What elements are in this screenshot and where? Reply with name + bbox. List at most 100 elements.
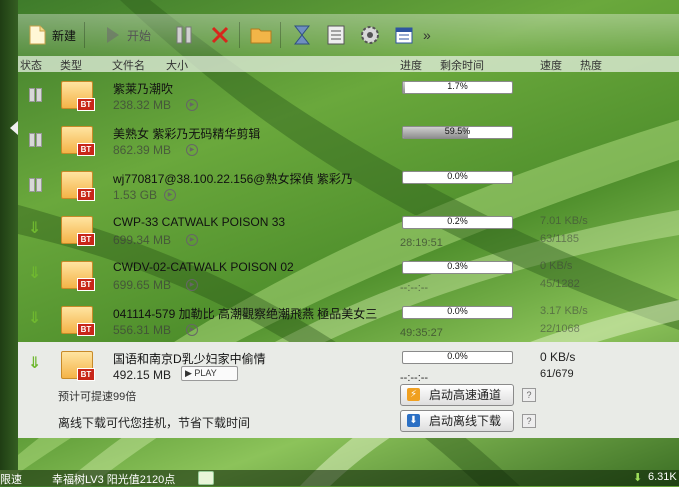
progress-text: 0.0% [447,171,468,181]
double-chevron-icon: » [423,27,431,43]
play-preview-icon[interactable]: ▶ [186,99,198,111]
download-arrow-icon: ⬇ [633,472,643,484]
piece-count: 45/1282 [540,278,580,290]
progress-bar: 0.2% [402,216,513,229]
progress-bar: 0.3% [402,261,513,274]
delete-x-icon [209,24,231,46]
progress-text: 0.0% [447,306,468,316]
progress-bar: 0.0% [402,171,513,184]
collapse-arrow-icon[interactable] [10,121,18,135]
task-name: 美熟女 紫彩乃无码精华剪辑 [113,127,261,141]
bt-file-icon: BT [61,213,95,246]
task-row[interactable]: BT wj770817@38.100.22.156@熟女探偵 紫彩乃 1.53 … [18,162,679,207]
task-size: 492.15 MB [113,368,172,382]
accel-help-icon[interactable]: ? [522,388,536,402]
task-row[interactable]: BT 美熟女 紫彩乃无码精华剪辑 862.39 MB ▶ 59.5% [18,117,679,162]
progress-bar: 0.0% [402,306,513,319]
task-row[interactable]: BT 紫莱乃潮吹 238.32 MB ▶ 1.7% [18,72,679,117]
task-name: wj770817@38.100.22.156@熟女探偵 紫彩乃 [113,172,353,186]
task-size: 699.34 MB [113,233,172,247]
paused-status-icon[interactable] [28,87,42,102]
new-task-label: 新建 [52,28,77,43]
play-preview-icon[interactable]: ▶ [186,324,198,336]
start-button[interactable]: 开始 [101,20,151,50]
task-size: 699.65 MB [113,278,172,292]
piece-count: 63/1185 [540,233,579,245]
progress-text: 59.5% [444,126,471,136]
progress-text: 0.3% [447,261,468,271]
level-info: 幸福树LV3 阳光值2120点 [52,474,176,486]
progress-bar: 59.5% [402,126,513,139]
schedule-button[interactable] [393,20,415,50]
remaining-time: --:--:-- [400,282,429,294]
download-speed: 7.01 KB/s [540,215,588,227]
play-icon [101,24,123,46]
bt-file-icon: BT [61,123,95,156]
list-icon [325,24,347,46]
play-preview-icon[interactable]: ▶ [186,144,198,156]
col-remaining[interactable]: 剩余时间 [440,57,484,73]
col-filename[interactable]: 文件名 [112,57,145,73]
task-name: 紫莱乃潮吹 [113,82,174,96]
task-name: 国语和南京D乳少妇家中偷情 [113,352,266,366]
offline-help-icon[interactable]: ? [522,414,536,428]
download-arrow-icon[interactable]: ⇓ [28,311,42,327]
download-arrow-icon[interactable]: ⇓ [28,356,42,372]
total-speed: 6.31K [648,471,677,483]
delete-button[interactable] [209,20,231,50]
col-size[interactable]: 大小 [166,57,188,73]
task-size: 862.39 MB [113,143,172,157]
new-task-button[interactable]: 新建 [26,20,76,50]
settings-button[interactable] [359,20,381,50]
folder-icon [250,24,272,46]
remaining-time: 49:35:27 [400,327,443,339]
pause-icon [173,24,195,46]
toolbar-divider [84,22,86,48]
progress-text: 0.2% [447,216,468,226]
task-row[interactable]: ⇓ BT CWP-33 CATWALK POISON 33 699.34 MB … [18,207,679,252]
play-preview-icon[interactable]: ▶ [186,234,198,246]
pause-button[interactable] [173,20,195,50]
speed-limit-link[interactable]: 限速 [0,471,22,487]
download-arrow-icon[interactable]: ⇓ [28,266,42,282]
leaf-icon[interactable] [198,471,214,485]
col-heat[interactable]: 热度 [580,57,602,73]
play-label: PLAY [194,368,217,378]
paused-status-icon[interactable] [28,132,42,147]
task-row[interactable]: ⇓ BT 041114-579 加勒比 高潮觀察绝潮飛燕 極品美女三 556.3… [18,297,679,342]
progress-text: 1.7% [447,81,468,91]
col-type[interactable]: 类型 [60,57,82,73]
bt-file-icon: BT [61,78,95,111]
col-status[interactable]: 状态 [20,57,42,73]
offline-tip: 离线下载可代您挂机，节省下载时间 [58,416,251,430]
bt-file-icon: BT [61,258,95,291]
offline-download-button[interactable]: ⬇ 启动离线下载 [400,410,514,432]
download-window: 新建 开始 » 状态 类型 文件名 大小 进度 剩余时间 速度 热度 BT 紫莱… [18,0,679,438]
task-row-selected[interactable]: ⇓ BT 国语和南京D乳少妇家中偷情 492.15 MB ▶ PLAY 0.0%… [18,342,679,438]
play-preview-icon[interactable]: ▶ [186,279,198,291]
status-bar: 限速 幸福树LV3 阳光值2120点 ⬇ 6.31K [0,470,679,486]
task-name: 041114-579 加勒比 高潮觀察绝潮飛燕 極品美女三 [113,307,378,321]
accel-channel-button[interactable]: ⚡ 启动高速通道 [400,384,514,406]
col-speed[interactable]: 速度 [540,57,562,73]
task-list-button[interactable] [325,20,347,50]
task-name: CWDV-02-CATWALK POISON 02 [113,260,294,274]
play-icon: ▶ [185,368,195,378]
bt-file-icon: BT [61,348,95,381]
more-tools-button[interactable]: » [423,20,431,50]
left-panel-edge [0,0,18,470]
task-row[interactable]: ⇓ BT CWDV-02-CATWALK POISON 02 699.65 MB… [18,252,679,297]
play-preview-button[interactable]: ▶ PLAY [181,366,238,381]
progress-bar: 0.0% [402,351,513,364]
filter-button[interactable] [291,20,313,50]
download-arrow-icon[interactable]: ⇓ [28,221,42,237]
col-progress[interactable]: 进度 [400,57,422,73]
play-preview-icon[interactable]: ▶ [164,189,176,201]
offline-button-label: 启动离线下载 [429,414,502,428]
accel-button-label: 启动高速通道 [429,388,502,402]
open-folder-button[interactable] [250,20,272,50]
download-speed: 0 KB/s [540,350,576,364]
paused-status-icon[interactable] [28,177,42,192]
new-file-icon [26,24,48,46]
start-label: 开始 [127,28,152,43]
